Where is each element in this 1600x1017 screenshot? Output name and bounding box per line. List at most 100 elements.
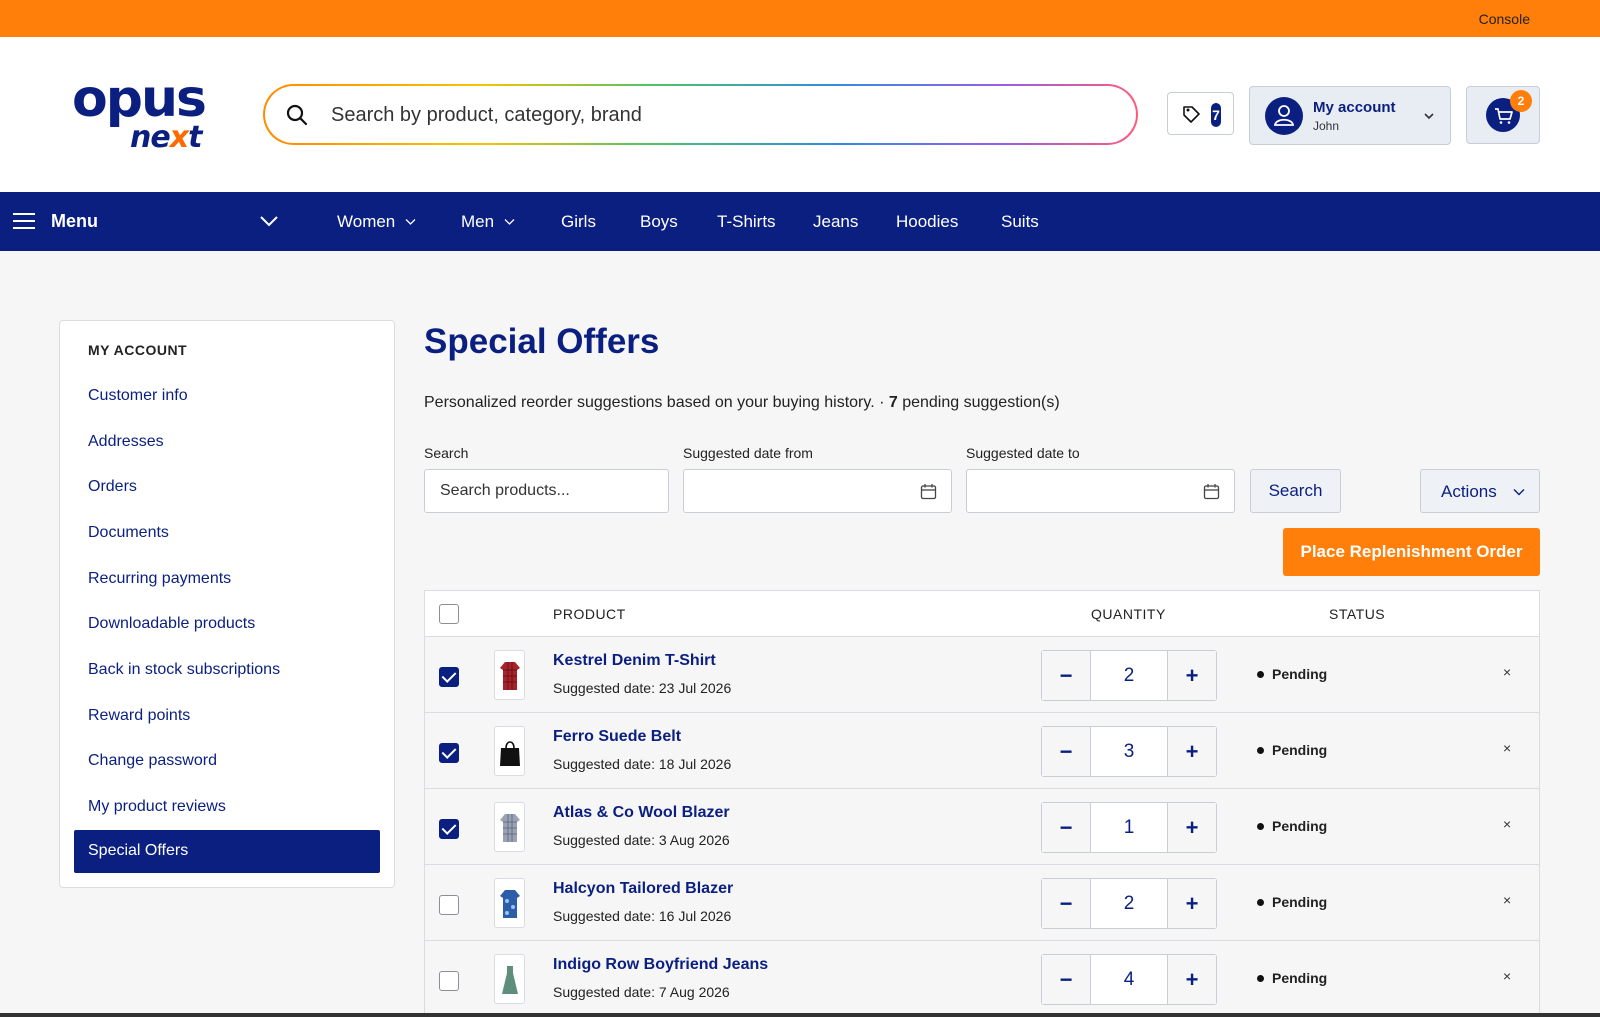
nav-item-boys[interactable]: Boys (640, 212, 678, 232)
search-input[interactable]: Search by product, category, brand (331, 104, 642, 127)
quantity-value[interactable]: 3 (1092, 727, 1166, 776)
product-name-link[interactable]: Indigo Row Boyfriend Jeans (553, 956, 768, 974)
bag-black-icon (500, 741, 520, 766)
decrease-button[interactable]: − (1042, 879, 1091, 928)
quantity-value[interactable]: 2 (1092, 879, 1166, 928)
increase-button[interactable]: + (1167, 727, 1216, 776)
user-icon (1265, 97, 1303, 135)
search-button[interactable]: Search (1250, 469, 1341, 513)
quantity-value[interactable]: 1 (1092, 803, 1166, 852)
sidebar-item-documents[interactable]: Documents (88, 524, 169, 542)
remove-icon[interactable]: × (1503, 892, 1511, 908)
decrease-button[interactable]: − (1042, 955, 1091, 1004)
increase-button[interactable]: + (1167, 955, 1216, 1004)
nav-item-women[interactable]: Women (337, 212, 416, 232)
place-replenishment-order-button[interactable]: Place Replenishment Order (1283, 528, 1540, 576)
menu-chevron-icon[interactable] (259, 214, 279, 228)
actions-label: Actions (1441, 482, 1497, 501)
decrease-button[interactable]: − (1042, 727, 1091, 776)
date-to-input[interactable] (966, 469, 1235, 513)
row-checkbox[interactable] (439, 819, 459, 839)
product-name-link[interactable]: Atlas & Co Wool Blazer (553, 804, 730, 822)
suggested-date: Suggested date: 3 Aug 2026 (553, 832, 730, 848)
hamburger-icon[interactable] (13, 213, 35, 229)
sidebar-item-addresses[interactable]: Addresses (88, 433, 164, 451)
status-dot (1257, 670, 1264, 678)
promo-tag-button[interactable]: 7 (1167, 92, 1234, 135)
row-checkbox[interactable] (439, 667, 459, 687)
product-thumbnail[interactable] (494, 650, 525, 700)
sidebar-item-recurring-payments[interactable]: Recurring payments (88, 570, 231, 588)
quantity-stepper: − 2 + (1041, 650, 1217, 701)
increase-button[interactable]: + (1167, 879, 1216, 928)
quantity-value[interactable]: 2 (1092, 651, 1166, 700)
date-to-label: Suggested date to (966, 445, 1080, 461)
sidebar-item-downloadable-products[interactable]: Downloadable products (88, 615, 255, 633)
header-product: PRODUCT (553, 606, 626, 622)
product-thumbnail[interactable] (494, 878, 525, 928)
sidebar-item-product-reviews[interactable]: My product reviews (88, 798, 226, 816)
nav-item-label: T-Shirts (717, 212, 776, 231)
remove-icon[interactable]: × (1503, 664, 1511, 680)
tag-icon (1183, 106, 1200, 123)
table-row: Kestrel Denim T-Shirt Suggested date: 23… (425, 637, 1539, 713)
calendar-icon[interactable] (1203, 483, 1220, 500)
product-name-link[interactable]: Ferro Suede Belt (553, 728, 681, 746)
top-bar: Console (0, 0, 1600, 37)
row-checkbox[interactable] (439, 971, 459, 991)
sidebar-item-special-offers[interactable]: Special Offers (74, 830, 380, 873)
cart-button[interactable]: 2 (1466, 86, 1540, 144)
sidebar-item-reward-points[interactable]: Reward points (88, 707, 190, 725)
menu-button[interactable]: Menu (51, 211, 98, 232)
shirt-grey-icon (500, 814, 520, 842)
row-checkbox[interactable] (439, 895, 459, 915)
chevron-down-icon (504, 219, 515, 225)
product-name-link[interactable]: Kestrel Denim T-Shirt (553, 652, 716, 670)
remove-icon[interactable]: × (1503, 816, 1511, 832)
increase-button[interactable]: + (1167, 803, 1216, 852)
status-text: Pending (1272, 818, 1328, 834)
logo[interactable]: opus next (72, 69, 232, 157)
nav-item-hoodies[interactable]: Hoodies (896, 212, 958, 232)
nav-item-tshirts[interactable]: T-Shirts (717, 212, 776, 232)
quantity-value[interactable]: 4 (1092, 955, 1166, 1004)
status-text: Pending (1272, 742, 1328, 758)
status-dot (1257, 974, 1264, 982)
console-link[interactable]: Console (1479, 11, 1530, 27)
sidebar-item-customer-info[interactable]: Customer info (88, 387, 188, 405)
decrease-button[interactable]: − (1042, 803, 1091, 852)
search-placeholder: Search products... (440, 482, 570, 499)
nav-item-men[interactable]: Men (461, 212, 515, 232)
product-name-link[interactable]: Halcyon Tailored Blazer (553, 880, 733, 898)
select-all-checkbox[interactable] (439, 604, 459, 624)
product-search-input[interactable]: Search products... (424, 469, 669, 513)
product-thumbnail[interactable] (494, 802, 525, 852)
date-from-input[interactable] (683, 469, 952, 513)
decrease-button[interactable]: − (1042, 651, 1091, 700)
logo-text-top: opus (72, 69, 207, 129)
quantity-stepper: − 1 + (1041, 802, 1217, 853)
calendar-icon[interactable] (920, 483, 937, 500)
increase-button[interactable]: + (1167, 651, 1216, 700)
account-user: John (1313, 119, 1340, 133)
nav-item-suits[interactable]: Suits (1001, 212, 1039, 232)
nav-item-jeans[interactable]: Jeans (813, 212, 858, 232)
row-checkbox[interactable] (439, 743, 459, 763)
nav-item-girls[interactable]: Girls (561, 212, 596, 232)
sidebar-item-change-password[interactable]: Change password (88, 752, 217, 770)
remove-icon[interactable]: × (1503, 968, 1511, 984)
product-thumbnail[interactable] (494, 726, 525, 776)
sidebar-item-back-in-stock[interactable]: Back in stock subscriptions (88, 661, 280, 679)
remove-icon[interactable]: × (1503, 740, 1511, 756)
status-badge: Pending (1257, 970, 1327, 986)
sidebar-item-label: Special Offers (88, 842, 189, 859)
search-bar[interactable]: Search by product, category, brand (263, 84, 1138, 145)
sidebar-item-orders[interactable]: Orders (88, 478, 137, 496)
status-text: Pending (1272, 666, 1328, 682)
my-account-button[interactable]: My account John (1249, 86, 1451, 145)
actions-dropdown[interactable]: Actions (1420, 469, 1540, 513)
chevron-down-icon (1513, 489, 1525, 496)
status-text: Pending (1272, 970, 1328, 986)
nav-item-label: Suits (1001, 212, 1039, 231)
product-thumbnail[interactable] (494, 954, 525, 1004)
